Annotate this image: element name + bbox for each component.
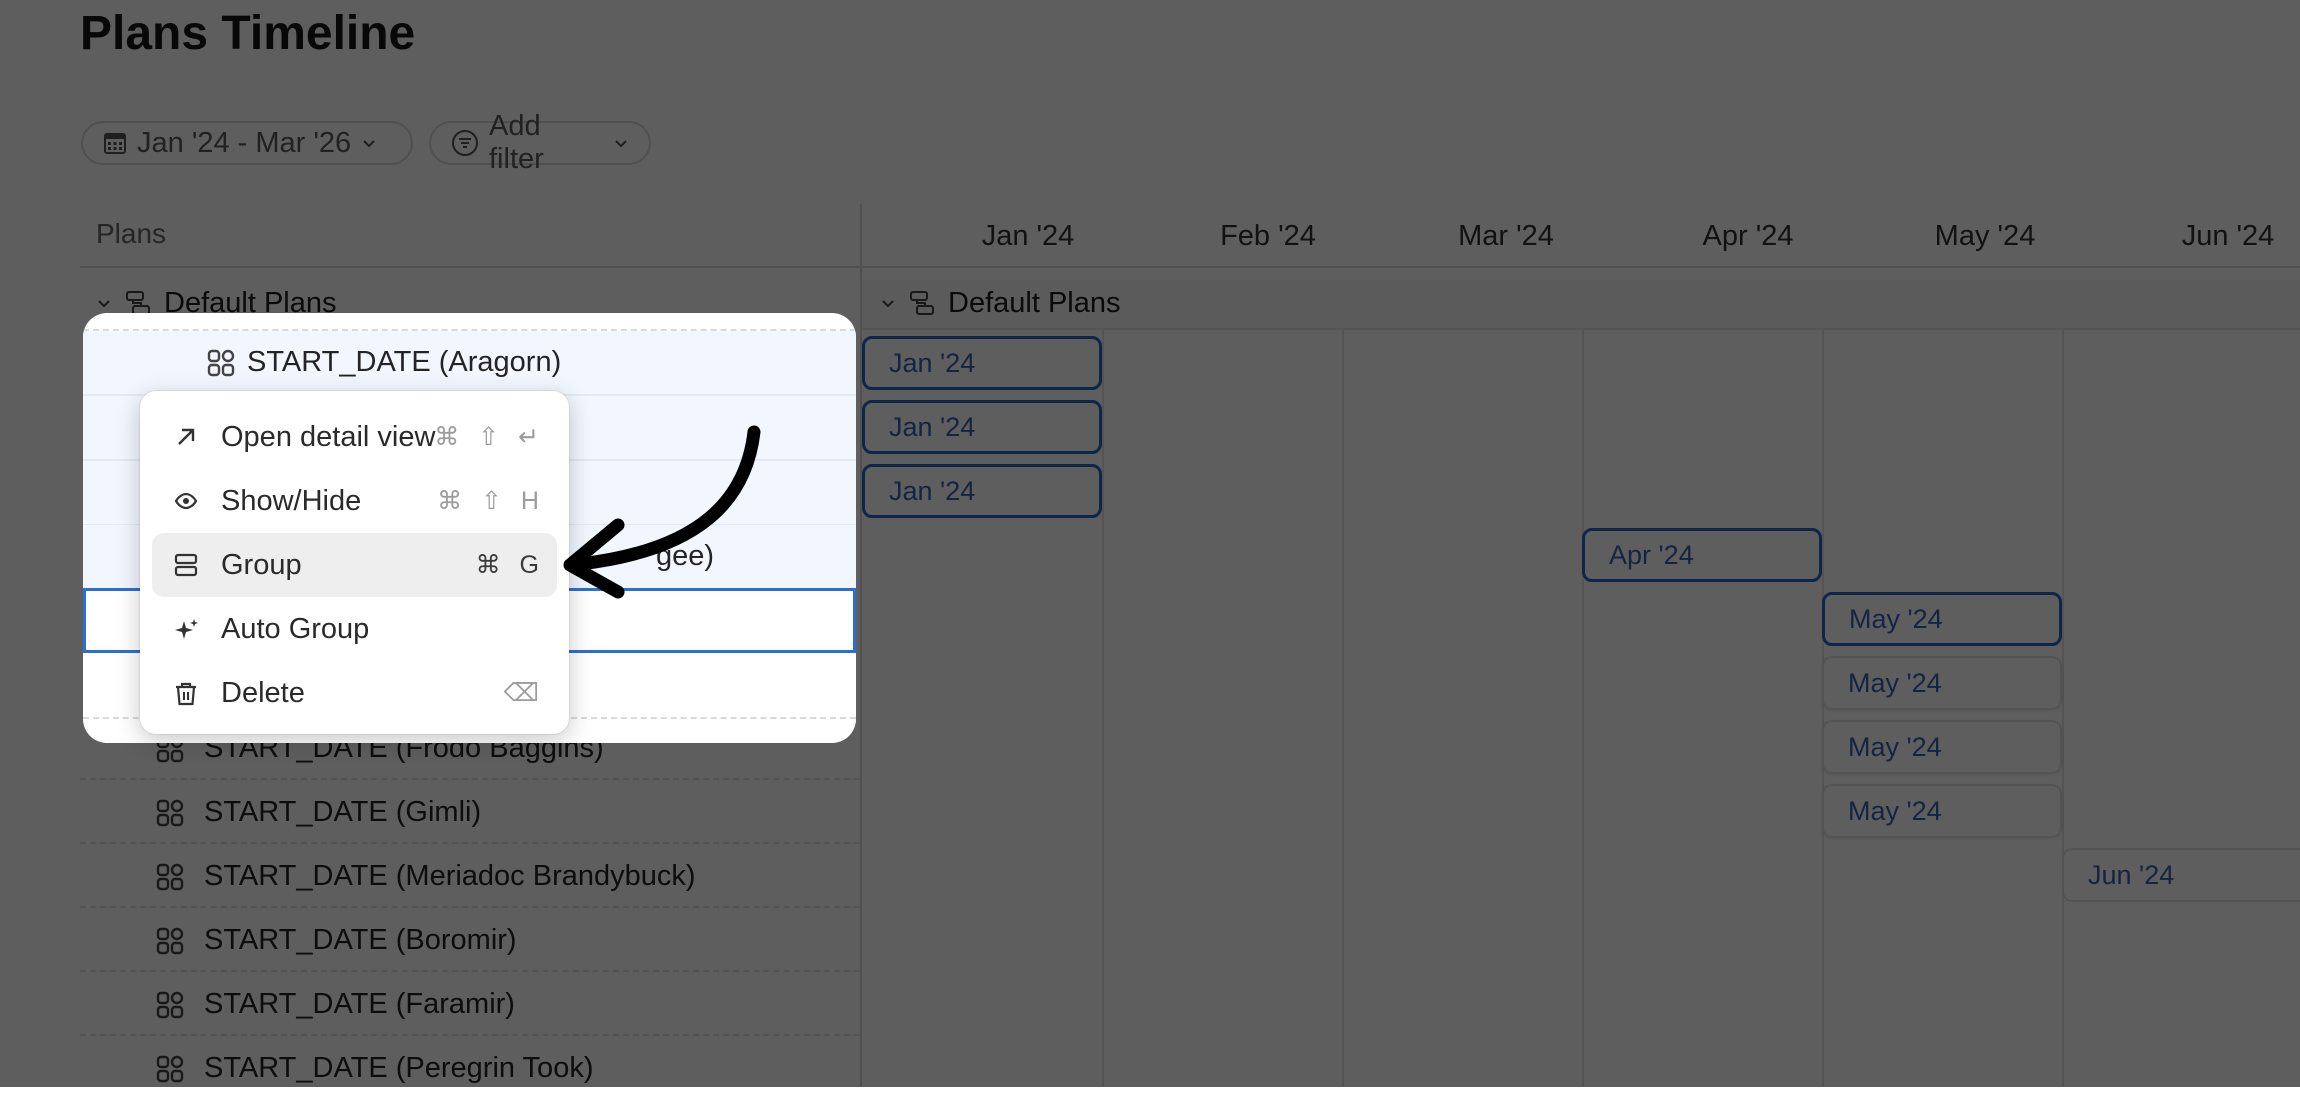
grid-line	[1342, 328, 1344, 1087]
timeline-bar[interactable]: Jan '24	[862, 464, 1102, 518]
selected-plan-row[interactable]: START_DATE (Aragorn)	[83, 331, 856, 396]
add-filter-label: Add filter	[489, 110, 544, 175]
timeline-bar[interactable]: May '24	[1822, 656, 2062, 710]
grid-line	[1822, 328, 1824, 1087]
plan-name: START_DATE (Peregrin Took)	[204, 1051, 594, 1084]
menu-item-shortcut: ⌘ ⇧ ↵	[434, 423, 545, 451]
page-title: Plans Timeline	[80, 7, 416, 60]
plan-icon	[156, 927, 184, 955]
month-label: Jan '24	[981, 220, 1075, 252]
plan-name: START_DATE (Gimli)	[204, 795, 482, 828]
menu-item-auto-group[interactable]: Auto Group	[152, 597, 557, 661]
menu-item-shortcut: ⌫	[503, 679, 545, 707]
grid-line	[2062, 328, 2064, 1087]
annotation-arrow-icon	[563, 425, 761, 599]
plans-column-header: Plans	[96, 218, 167, 249]
chevron-down-icon	[882, 300, 894, 308]
plan-row-label[interactable]: START_DATE (Faramir)	[156, 972, 515, 1036]
plan-row-label[interactable]: START_DATE (Peregrin Took)	[156, 1036, 594, 1100]
timeline-group-row[interactable]: Default Plans	[880, 278, 1121, 328]
menu-item-label: Delete	[221, 676, 305, 709]
menu-item-label: Show/Hide	[221, 484, 362, 517]
chevron-down-icon	[615, 140, 627, 148]
group-icon	[174, 553, 198, 577]
plan-icon	[156, 799, 184, 827]
sparkle-icon	[175, 619, 198, 639]
add-filter-button[interactable]: Add filter	[429, 110, 651, 175]
menu-item-delete[interactable]: Delete ⌫	[152, 661, 557, 725]
timeline-group-label: Default Plans	[948, 286, 1121, 319]
chevron-down-icon	[98, 300, 110, 308]
eye-icon	[174, 492, 198, 510]
plan-icon	[156, 863, 184, 891]
trash-icon	[176, 682, 196, 706]
plan-name: START_DATE (Faramir)	[204, 987, 515, 1020]
arrow-up-right-icon	[178, 428, 195, 445]
grid-line	[1582, 328, 1584, 1087]
month-label: Apr '24	[1702, 220, 1794, 252]
plan-name: START_DATE (Boromir)	[204, 923, 517, 956]
panel-divider	[860, 204, 862, 1087]
menu-item-show-hide[interactable]: Show/Hide ⌘ ⇧ H	[152, 469, 557, 533]
plan-icon	[156, 1055, 184, 1083]
context-menu: Open detail view ⌘ ⇧ ↵ Show/Hide ⌘ ⇧ H G…	[140, 391, 569, 734]
menu-item-label: Auto Group	[221, 612, 370, 645]
timeline-bar[interactable]: May '24	[1822, 592, 2062, 646]
timeline-bar[interactable]: May '24	[1822, 784, 2062, 838]
menu-item-label: Group	[221, 548, 302, 581]
menu-item-open-detail-view[interactable]: Open detail view ⌘ ⇧ ↵	[152, 405, 557, 469]
plan-row-label[interactable]: START_DATE (Gimli)	[156, 780, 482, 844]
timeline-bar[interactable]: Jan '24	[862, 336, 1102, 390]
plan-name: START_DATE (Meriadoc Brandybuck)	[204, 859, 696, 892]
month-label: May '24	[1934, 220, 2036, 252]
timeline-bar[interactable]: Apr '24	[1582, 528, 1822, 582]
plan-name: START_DATE (Aragorn)	[247, 346, 562, 378]
menu-item-shortcut: ⌘ G	[475, 551, 545, 579]
menu-item-shortcut: ⌘ ⇧ H	[437, 487, 545, 515]
plan-row-label[interactable]: START_DATE (Boromir)	[156, 908, 517, 972]
plan-row-label[interactable]: START_DATE (Meriadoc Brandybuck)	[156, 844, 696, 908]
month-label: Feb '24	[1220, 220, 1316, 252]
group-icon	[910, 291, 934, 315]
timeline-bar[interactable]: Jun '24	[2062, 848, 2300, 902]
menu-item-group[interactable]: Group ⌘ G	[152, 533, 557, 597]
grid-line	[1102, 328, 1104, 1087]
header-divider	[80, 266, 2300, 268]
filter-icon	[452, 130, 478, 156]
month-label: Jun '24	[2181, 220, 2275, 252]
timeline-bar[interactable]: May '24	[1822, 720, 2062, 774]
plan-icon	[156, 991, 184, 1019]
plan-icon	[207, 349, 235, 377]
chevron-down-icon	[363, 140, 375, 148]
calendar-icon	[104, 133, 126, 154]
date-range-label: Jan '24 - Mar '26	[137, 126, 352, 159]
timeline-bar[interactable]: Jan '24	[862, 400, 1102, 454]
menu-item-label: Open detail view	[221, 420, 436, 453]
month-label: Mar '24	[1458, 220, 1554, 252]
date-range-filter[interactable]: Jan '24 - Mar '26	[81, 121, 413, 165]
